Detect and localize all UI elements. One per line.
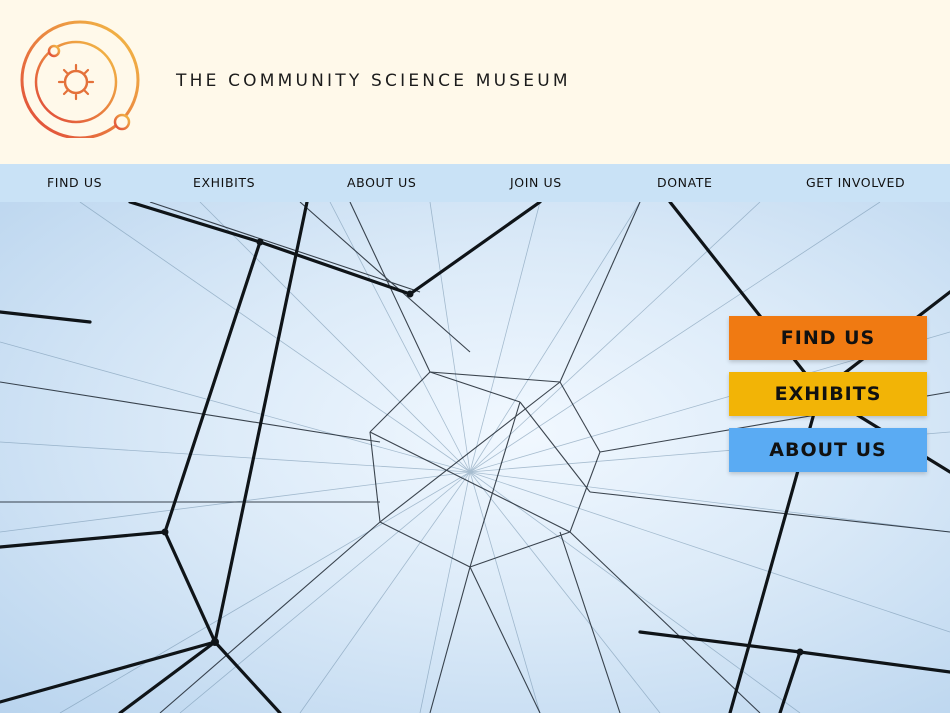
site-header: THE COMMUNITY SCIENCE MUSEUM <box>0 0 950 164</box>
nav-join-us[interactable]: JOIN US <box>510 164 562 202</box>
hero-banner: FIND US EXHIBITS ABOUT US <box>0 202 950 713</box>
exhibits-button[interactable]: EXHIBITS <box>729 372 927 416</box>
nav-about-us[interactable]: ABOUT US <box>347 164 416 202</box>
nav-exhibits[interactable]: EXHIBITS <box>193 164 255 202</box>
nav-get-involved[interactable]: GET INVOLVED <box>806 164 905 202</box>
solar-system-logo-icon[interactable] <box>16 18 146 140</box>
main-navigation: FIND US EXHIBITS ABOUT US JOIN US DONATE… <box>0 164 950 202</box>
site-title: THE COMMUNITY SCIENCE MUSEUM <box>176 71 571 91</box>
nav-find-us[interactable]: FIND US <box>47 164 102 202</box>
nav-donate[interactable]: DONATE <box>657 164 713 202</box>
about-us-button[interactable]: ABOUT US <box>729 428 927 472</box>
find-us-button[interactable]: FIND US <box>729 316 927 360</box>
